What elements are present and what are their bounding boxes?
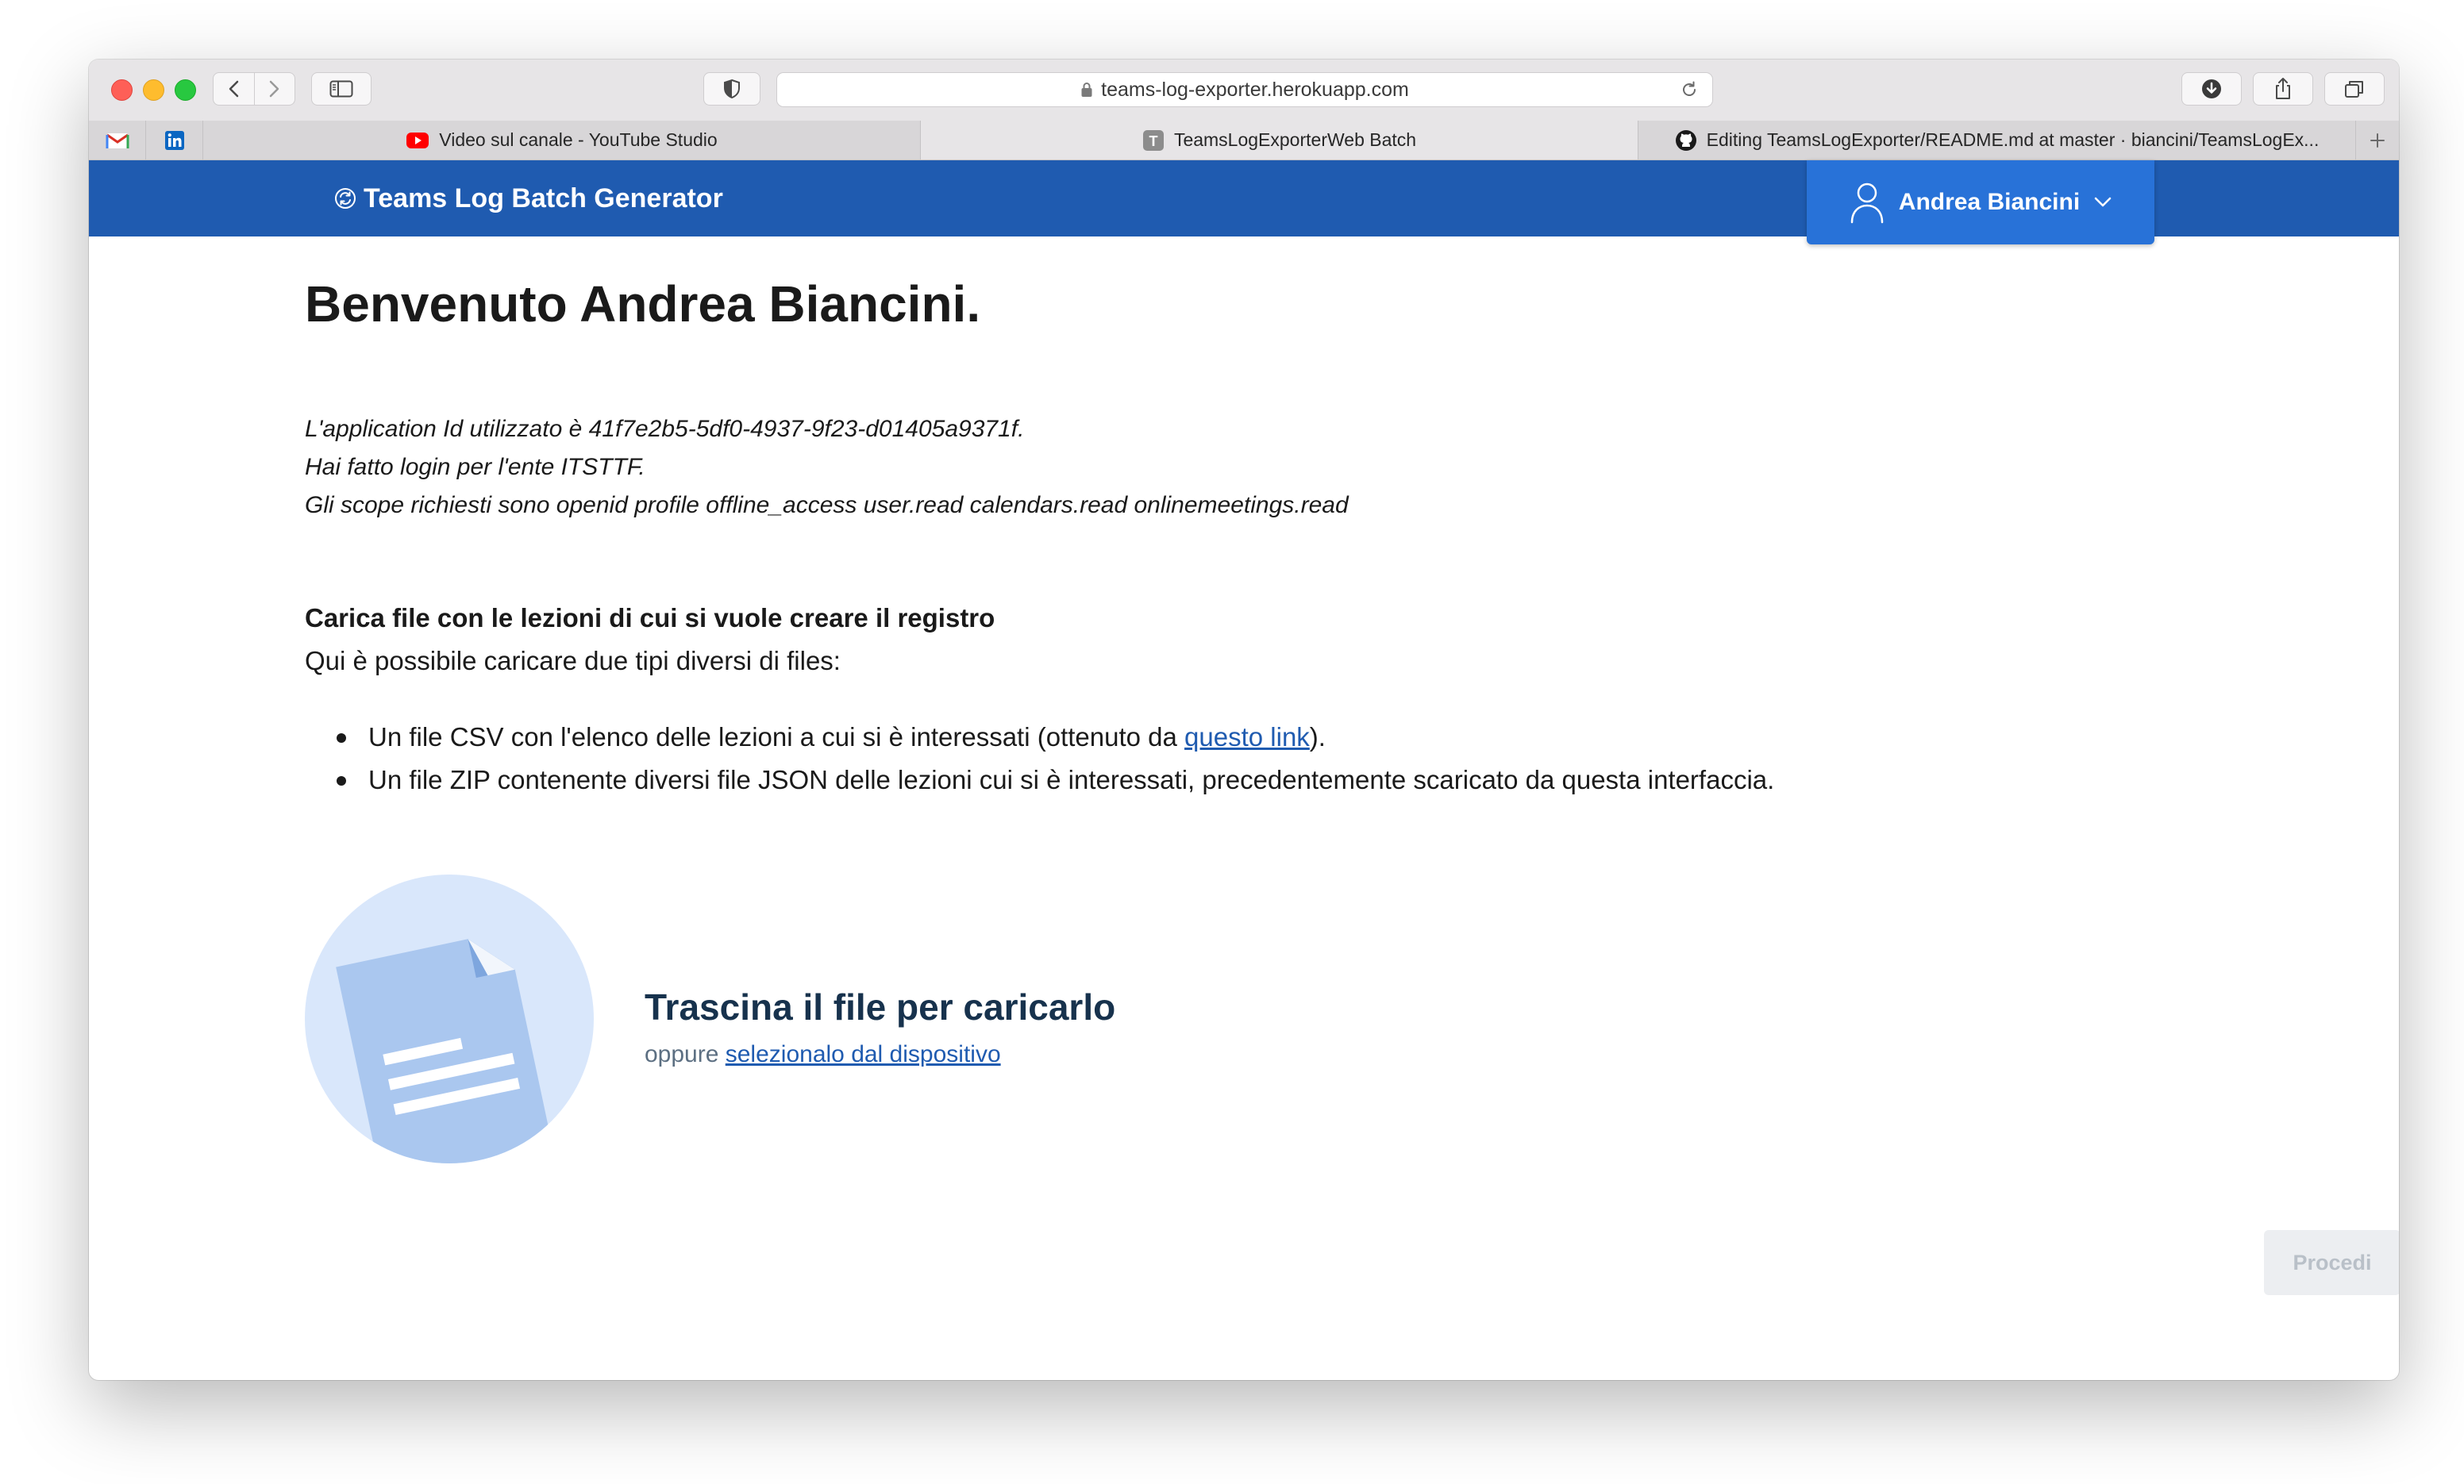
- upload-description: Qui è possibile caricare due tipi divers…: [305, 646, 841, 675]
- tabs-overview-icon: [2345, 81, 2363, 98]
- bullet-icon: [337, 733, 346, 743]
- tab-overview-button[interactable]: [2324, 72, 2385, 106]
- linkedin-icon: [164, 130, 184, 150]
- gmail-icon: [106, 133, 129, 148]
- user-icon: [1850, 181, 1885, 224]
- forward-button[interactable]: [254, 73, 295, 105]
- app-header: Teams Log Batch Generator Andrea Biancin…: [89, 160, 2399, 244]
- tab-label: TeamsLogExporterWeb Batch: [1173, 129, 1417, 150]
- user-menu-dropdown[interactable]: Andrea Biancini: [1807, 160, 2154, 244]
- list-item: Un file ZIP contenente diversi file JSON…: [305, 759, 1774, 802]
- login-entity-text: Hai fatto login per l'ente ITSTTF.: [305, 454, 645, 480]
- sync-icon: [333, 186, 357, 210]
- csv-item-suffix: ).: [1309, 722, 1326, 752]
- zip-item-text: Un file ZIP contenente diversi file JSON…: [368, 765, 1775, 794]
- tab-label: Editing TeamsLogExporter/README.md at ma…: [1706, 129, 2320, 150]
- download-icon: [2202, 79, 2221, 98]
- bullet-icon: [337, 776, 346, 786]
- plus-icon: [2370, 133, 2385, 148]
- share-button[interactable]: [2253, 72, 2313, 106]
- page-title: Benvenuto Andrea Biancini.: [305, 275, 981, 333]
- shield-icon: [724, 79, 740, 99]
- user-name: Andrea Biancini: [1898, 189, 2081, 215]
- t-letter-icon: T: [1142, 129, 1165, 152]
- csv-item-text: Un file CSV con l'elenco delle lezioni a…: [368, 722, 1185, 752]
- brand[interactable]: Teams Log Batch Generator: [333, 160, 723, 236]
- list-item: Un file CSV con l'elenco delle lezioni a…: [305, 716, 1774, 759]
- document-icon: [336, 939, 556, 1163]
- tab-label: Video sul canale - YouTube Studio: [439, 129, 718, 150]
- new-tab-button[interactable]: [2356, 121, 2399, 160]
- youtube-icon: [406, 132, 429, 149]
- tab-github-readme[interactable]: Editing TeamsLogExporter/README.md at ma…: [1638, 121, 2356, 160]
- upload-section-title: Carica file con le lezioni di cui si vuo…: [305, 603, 995, 632]
- proceed-button[interactable]: Procedi: [2264, 1230, 2399, 1295]
- downloads-button[interactable]: [2181, 72, 2242, 106]
- browser-window: teams-log-exporter.herokuapp.com Video s…: [89, 60, 2399, 1380]
- chevron-down-icon: [2094, 197, 2112, 208]
- chevron-right-icon: [269, 80, 279, 98]
- select-file-link[interactable]: selezionalo dal dispositivo: [726, 1041, 1001, 1067]
- close-window-button[interactable]: [111, 79, 133, 101]
- svg-text:T: T: [1149, 133, 1157, 149]
- drop-or-text: oppure: [645, 1041, 726, 1067]
- tab-teams-log-exporter[interactable]: T TeamsLogExporterWeb Batch: [921, 121, 1638, 160]
- url-text: teams-log-exporter.herokuapp.com: [1101, 78, 1409, 101]
- zoom-window-button[interactable]: [175, 79, 196, 101]
- file-types-list: Un file CSV con l'elenco delle lezioni a…: [305, 716, 1774, 802]
- sidebar-toggle-button[interactable]: [311, 72, 372, 106]
- privacy-report-button[interactable]: [703, 72, 760, 106]
- csv-link[interactable]: questo link: [1184, 722, 1310, 752]
- drop-zone-subtitle: oppure selezionalo dal dispositivo: [645, 1041, 1001, 1068]
- github-icon: [1675, 129, 1697, 152]
- share-icon: [2276, 78, 2290, 99]
- drop-zone-title: Trascina il file per caricarlo: [645, 986, 1116, 1028]
- brand-title: Teams Log Batch Generator: [364, 183, 723, 213]
- application-id-text: L'application Id utilizzato è 41f7e2b5-5…: [305, 416, 1025, 442]
- tab-bar: Video sul canale - YouTube Studio T Team…: [89, 121, 2399, 160]
- minimize-window-button[interactable]: [143, 79, 164, 101]
- scopes-text: Gli scope richiesti sono openid profile …: [305, 492, 1349, 518]
- sidebar-icon: [329, 80, 353, 98]
- back-button[interactable]: [214, 73, 254, 105]
- address-bar[interactable]: teams-log-exporter.herokuapp.com: [776, 72, 1713, 107]
- pinned-tab-gmail[interactable]: [89, 121, 146, 160]
- lock-icon: [1081, 83, 1092, 97]
- navigation-buttons: [213, 72, 295, 106]
- reload-icon[interactable]: [1679, 79, 1700, 100]
- chevron-left-icon: [229, 80, 239, 98]
- tab-youtube-studio[interactable]: Video sul canale - YouTube Studio: [203, 121, 921, 160]
- browser-toolbar: teams-log-exporter.herokuapp.com: [89, 60, 2399, 121]
- file-drop-zone[interactable]: [305, 875, 594, 1163]
- pinned-tab-linkedin[interactable]: [146, 121, 203, 160]
